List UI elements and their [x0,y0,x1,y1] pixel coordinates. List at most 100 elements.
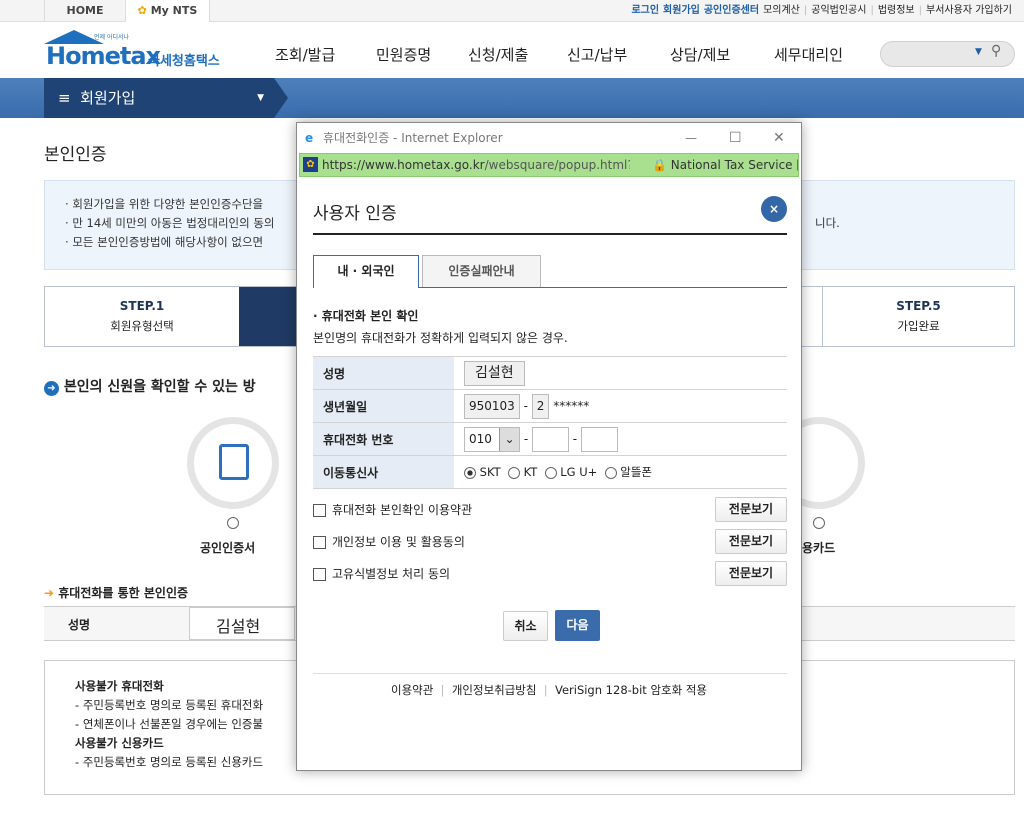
popup-footer: 이용약관 | 개인정보취급방침 | VeriSign 128-bit 암호화 적… [391,683,707,697]
form-row-carrier: 이동통신사 SKT KT LG U+ 알뜰폰 [313,455,787,489]
agree-checkbox[interactable] [313,568,326,581]
logo-text: Hometax [46,42,161,70]
arrow-circle-icon: ➜ [44,381,59,396]
footer-divider [313,673,787,674]
law-link[interactable]: 법령정보 [878,0,915,22]
card-radio[interactable] [813,517,825,529]
home-tab[interactable]: HOME [44,0,126,22]
mock-calc-link[interactable]: 모의계산 [763,0,800,22]
page-title: 본인인증 [44,145,107,165]
agreement-3: 고유식별정보 처리 동의 전문보기 [313,561,787,586]
public-corp-link[interactable]: 공익법인공시 [811,0,866,22]
divider: | [918,5,923,16]
dropdown-icon[interactable]: ▼ [975,47,982,57]
signup-link[interactable]: 회원가입 [663,0,700,22]
window-title: 휴대전화인증 - Internet Explorer [323,131,503,145]
menu-current: 회원가입 [80,89,136,107]
nav-apply[interactable]: 신청/제출 [468,44,528,65]
nav-consult[interactable]: 상담/제보 [670,44,730,65]
name-field[interactable]: 김설현 [189,607,295,640]
ie-icon: e [305,131,314,145]
phone-middle-input[interactable] [531,426,569,452]
form-row-birth: 생년월일 950103 - 2 ****** [313,389,787,423]
step-1: STEP.1 회원유형선택 [110,299,174,333]
phone-last-input[interactable] [580,426,618,452]
encryption-note: VeriSign 128-bit 암호화 적용 [554,683,707,697]
lock-icon: 🔒 [652,158,667,172]
divider: | [870,5,874,16]
orange-arrow-icon: ➜ [44,586,55,600]
mynts-tab[interactable]: ✿ My NTS [126,0,210,22]
section-title: · 휴대전화 본인 확인 [313,309,419,323]
next-button[interactable]: 다음 [555,610,600,641]
nav-civil[interactable]: 민원증명 [376,44,431,65]
terms-link[interactable]: 이용약관 [391,683,433,697]
minimize-button[interactable]: — [685,123,697,153]
form-row-phone: 휴대전화 번호 010 ⌄ - - [313,422,787,456]
card-label: 용카드 [802,541,836,555]
chevron-down-icon: ▼ [257,93,264,103]
nav-report[interactable]: 신고/납부 [567,44,627,65]
birthdate-field[interactable]: 950103 [464,393,520,419]
info-tail: 니다. [815,216,840,230]
search-input[interactable]: ▼ ⚲ [880,41,1015,67]
cert-label[interactable]: 🔒 National Tax Service [KR] [630,154,798,176]
agree-checkbox[interactable] [313,536,326,549]
certificate-option[interactable] [187,417,279,509]
phone-auth-heading: ➜ 휴대전화를 통한 본인인증 [44,586,189,600]
masked-id: ****** [553,398,590,413]
phone-prefix-select[interactable]: 010 ⌄ [464,426,520,452]
form-row-name: 성명 김설현 [313,356,787,390]
chevron-down-icon: ⌄ [499,427,519,451]
nav-agent[interactable]: 세무대리인 [774,44,843,65]
certificate-label: 공인인증서 [200,541,256,555]
address-bar[interactable]: ✿ https://www.hometax.go.kr/websquare/po… [299,153,799,177]
section-desc: 본인명의 휴대전화가 정확하게 입력되지 않은 경우. [313,331,568,345]
tab-domestic-foreign[interactable]: 내 · 외국인 [313,255,419,288]
hometax-logo[interactable]: 언제 어디서나 Hometax 국세청홈택스 [44,30,229,74]
hamburger-icon: ≡ [58,89,71,107]
menu-selector[interactable]: ≡ 회원가입 ▼ [44,78,288,118]
view-full-button[interactable]: 전문보기 [715,497,787,522]
nav-inquiry[interactable]: 조회/발급 [275,44,335,65]
certificate-radio[interactable] [227,517,239,529]
radio-kt[interactable] [507,466,520,479]
header: 언제 어디서나 Hometax 국세청홈택스 조회/발급 민원증명 신청/제출 … [0,22,1024,78]
maximize-button[interactable]: ☐ [729,123,742,153]
divider: | [803,5,808,16]
cancel-button[interactable]: 취소 [503,611,548,641]
privacy-link[interactable]: 개인정보취급방침 [452,683,537,697]
view-full-button[interactable]: 전문보기 [715,561,787,586]
agreement-1: 휴대전화 본인확인 이용약관 전문보기 [313,497,787,522]
agreement-2: 개인정보 이용 및 활용동의 전문보기 [313,529,787,554]
agree-checkbox[interactable] [313,504,326,517]
close-icon[interactable]: × [761,196,787,222]
site-emblem-icon: ✿ [303,157,318,172]
login-link[interactable]: 로그인 [631,0,659,22]
name-field[interactable]: 김설현 [464,360,525,386]
search-icon[interactable]: ⚲ [991,43,1001,59]
logo-subtext: 국세청홈택스 [148,54,220,69]
view-full-button[interactable]: 전문보기 [715,529,787,554]
step-5: STEP.5 가입완료 [822,287,1014,346]
phone-auth-popup: e 휴대전화인증 - Internet Explorer — ☐ ✕ ✿ htt… [296,122,802,771]
radio-lgu[interactable] [544,466,557,479]
tab-auth-failure[interactable]: 인증실패안내 [422,255,541,288]
url-host: https://www.hometax.go.kr [322,158,485,172]
section-heading: ➜ 본인의 신원을 확인할 수 있는 방 [44,376,256,396]
radio-skt[interactable] [464,466,476,479]
top-utility-bar: HOME ✿ My NTS 로그인 회원가입 공인인증센터 모의계산 | 공익법인… [0,0,1024,22]
dept-user-link[interactable]: 부서사용자 가입하기 [926,0,1012,22]
cert-center-link[interactable]: 공인인증센터 [704,0,759,22]
mynts-label: My NTS [150,4,198,17]
certificate-icon [219,444,249,480]
logo-tagline: 언제 어디서나 [94,34,130,41]
popup-title: 사용자 인증 [313,204,397,224]
gender-digit-field[interactable]: 2 [531,393,550,419]
title-divider [313,233,787,235]
top-links: 로그인 회원가입 공인인증센터 모의계산 | 공익법인공시 | 법령정보 | 부서사용… [631,0,1012,22]
radio-mvno[interactable] [604,466,617,479]
star-icon: ✿ [137,4,147,17]
close-window-button[interactable]: ✕ [773,123,785,153]
name-label: 성명 [68,618,91,632]
